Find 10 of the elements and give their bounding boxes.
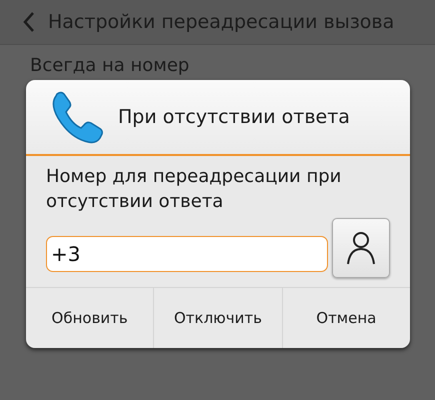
contact-button[interactable] — [332, 218, 390, 278]
number-field[interactable]: +3 — [46, 236, 328, 272]
dialog-message: Номер для переадресации при отсутствии ответа — [45, 165, 342, 214]
screen-title: Настройки переадресации вызова — [48, 11, 394, 33]
back-icon[interactable] — [22, 11, 36, 33]
dialog-title: При отсутствии ответа — [118, 106, 350, 128]
person-icon — [346, 231, 376, 265]
dialog-button[interactable]: Обновить — [26, 288, 154, 348]
dialog-button[interactable]: Отмена — [282, 288, 410, 348]
dialog-button[interactable]: Отключить — [153, 288, 282, 348]
